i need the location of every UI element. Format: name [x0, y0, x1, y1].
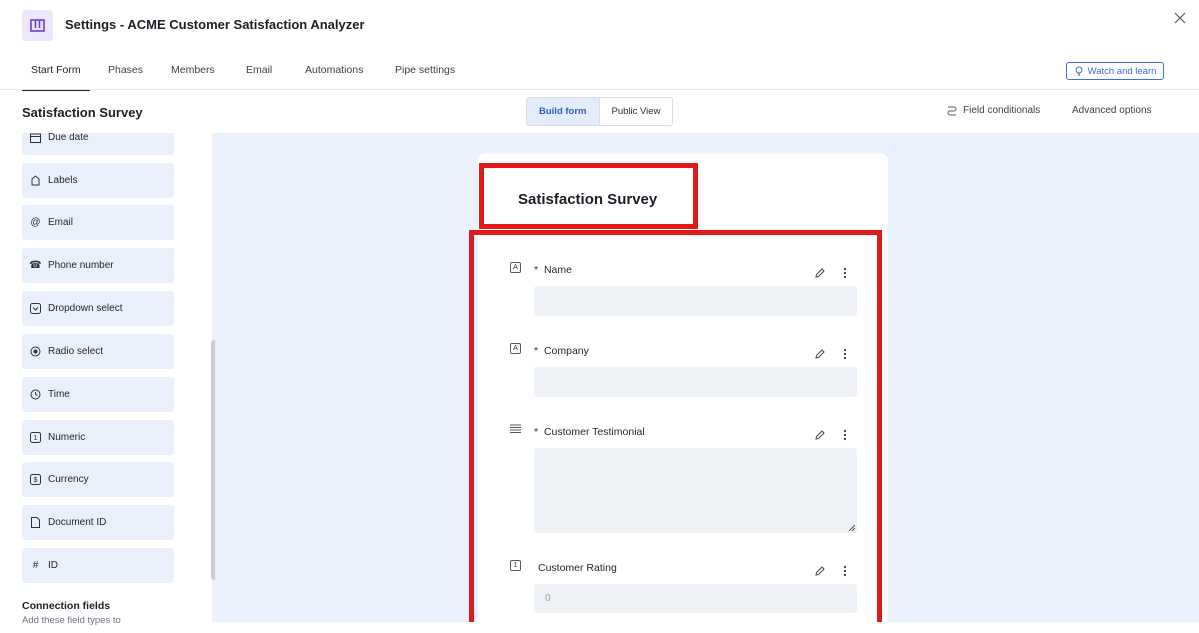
field-type-dropdown-select[interactable]: Dropdown select: [22, 291, 174, 326]
clock-icon: [30, 389, 41, 400]
field-type-document-id[interactable]: Document ID: [22, 505, 174, 540]
field-conditionals-button[interactable]: Field conditionals: [946, 105, 1040, 116]
field-type-phone-number[interactable]: ☎ Phone number: [22, 248, 174, 283]
field-types-sidebar: Due date Labels @ Email ☎ Phone number D…: [0, 133, 212, 622]
highlight-box-fields: [469, 230, 882, 622]
calendar-icon: [30, 133, 41, 143]
view-toggle: Build form Public View: [526, 97, 674, 126]
field-type-labels[interactable]: Labels: [22, 163, 174, 198]
field-type-label: Time: [48, 389, 70, 400]
tag-icon: [30, 175, 41, 186]
field-type-label: Radio select: [48, 346, 104, 357]
field-type-label: Due date: [48, 133, 89, 143]
connection-fields-description: Add these field types to: [22, 615, 121, 626]
numeric-icon: 1: [30, 432, 41, 443]
at-icon: @: [30, 217, 41, 228]
tab-email[interactable]: Email: [246, 64, 272, 76]
lightbulb-icon: [1075, 66, 1083, 76]
hash-icon: #: [32, 560, 39, 571]
tab-start-form[interactable]: Start Form: [22, 64, 90, 92]
watch-and-learn-label: Watch and learn: [1087, 65, 1157, 77]
header: Settings - ACME Customer Satisfaction An…: [0, 0, 1199, 50]
field-type-label: Phone number: [48, 260, 114, 271]
window-title: Settings - ACME Customer Satisfaction An…: [65, 17, 365, 32]
advanced-options-button[interactable]: Advanced options: [1072, 105, 1152, 116]
field-type-label: Document ID: [48, 517, 107, 528]
tab-phases[interactable]: Phases: [108, 64, 143, 76]
phone-icon: ☎: [29, 260, 42, 271]
field-type-radio-select[interactable]: Radio select: [22, 334, 174, 369]
close-icon[interactable]: [1172, 10, 1188, 26]
tab-pipe-settings[interactable]: Pipe settings: [395, 64, 455, 76]
field-conditionals-label: Field conditionals: [963, 105, 1041, 116]
radio-icon: [30, 346, 41, 357]
field-type-numeric[interactable]: 1 Numeric: [22, 420, 174, 455]
highlight-box-title: [479, 163, 698, 229]
currency-icon: $: [30, 474, 41, 485]
field-type-label: ID: [48, 560, 58, 571]
connection-fields-heading: Connection fields: [22, 600, 111, 612]
tab-members[interactable]: Members: [171, 64, 215, 76]
field-type-label: Currency: [48, 474, 89, 485]
kanban-icon: [30, 18, 45, 32]
tab-automations[interactable]: Automations: [305, 64, 363, 76]
field-type-label: Email: [48, 217, 74, 228]
field-type-due-date[interactable]: Due date: [22, 133, 174, 155]
conditional-icon: [947, 106, 957, 116]
public-view-button[interactable]: Public View: [599, 98, 673, 125]
svg-text:$: $: [34, 477, 38, 484]
watch-and-learn-button[interactable]: Watch and learn: [1066, 62, 1164, 80]
app-logo: [22, 10, 53, 41]
svg-text:1: 1: [34, 435, 38, 442]
field-type-currency[interactable]: $ Currency: [22, 462, 174, 497]
settings-tabs: Start Form Phases Members Email Automati…: [0, 50, 1199, 92]
document-icon: [30, 517, 41, 528]
field-type-label: Dropdown select: [48, 303, 123, 314]
field-type-label: Labels: [48, 175, 78, 186]
form-subheader: Satisfaction Survey Build form Public Vi…: [0, 91, 1199, 133]
field-type-label: Numeric: [48, 432, 86, 443]
field-type-email[interactable]: @ Email: [22, 205, 174, 240]
field-type-id[interactable]: # ID: [22, 548, 174, 583]
build-form-button[interactable]: Build form: [527, 98, 600, 125]
form-name: Satisfaction Survey: [22, 105, 143, 120]
dropdown-icon: [30, 303, 41, 314]
field-type-time[interactable]: Time: [22, 377, 174, 412]
